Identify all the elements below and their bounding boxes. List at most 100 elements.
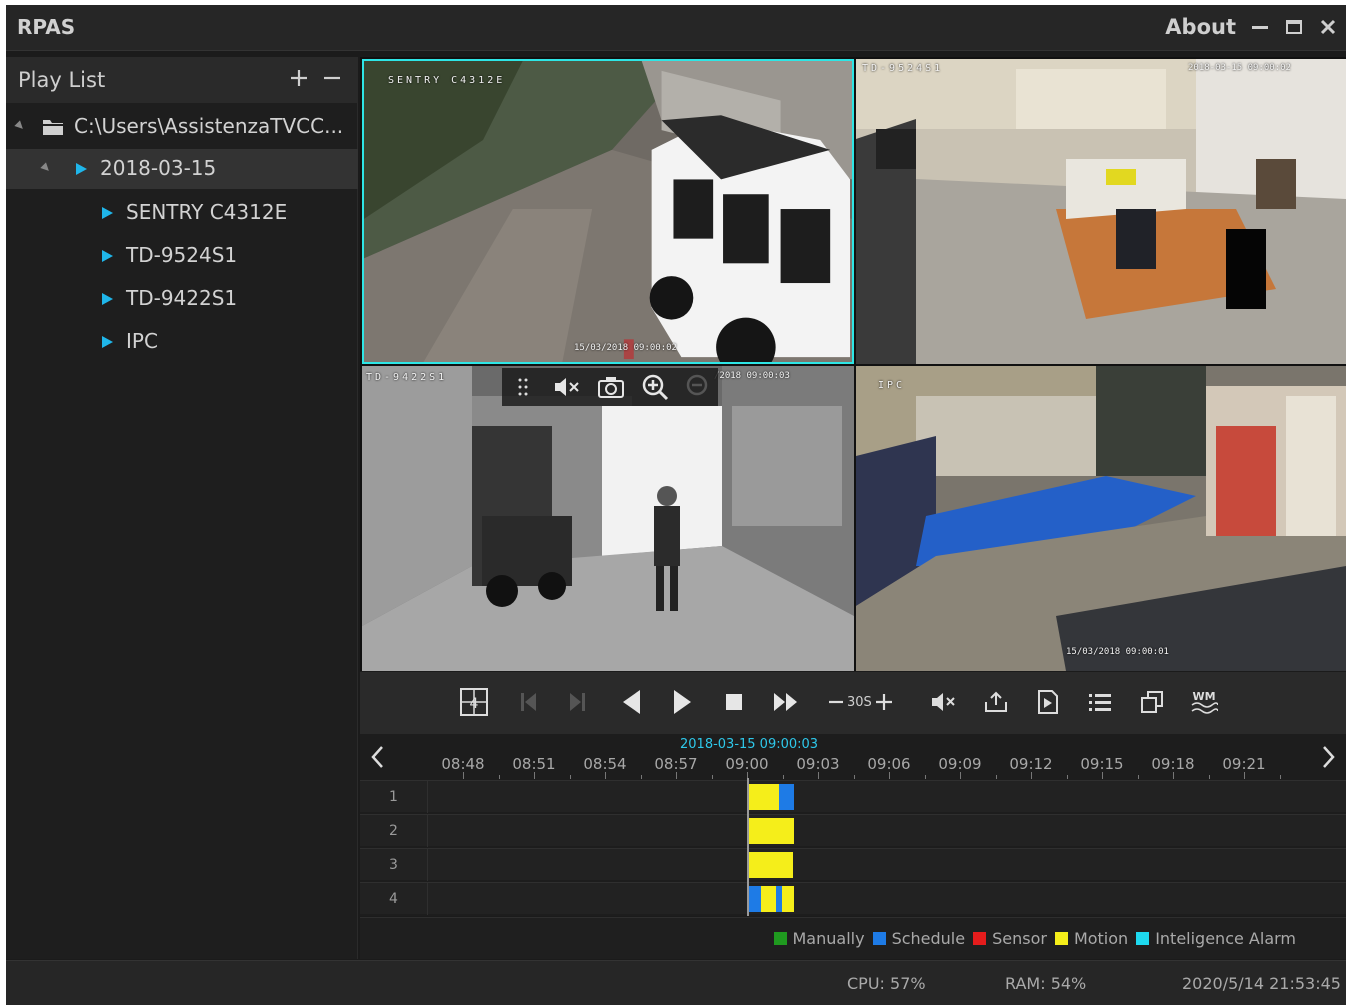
close-button[interactable] — [1318, 17, 1338, 37]
export-button[interactable] — [980, 686, 1012, 718]
app-window: RPAS About Play List C:\Users\Assistenza… — [6, 5, 1346, 1005]
date-label: 2018-03-15 — [100, 156, 217, 180]
play-button[interactable] — [666, 686, 698, 718]
timeline-tick-label: 09:00 — [725, 755, 769, 773]
motion-segment[interactable] — [749, 852, 793, 878]
folder-icon — [43, 120, 63, 135]
watermark-icon: WM — [1191, 690, 1218, 714]
window-mode-button[interactable] — [1136, 686, 1168, 718]
video-tile-4[interactable]: IPC 15/03/2018 09:00:01 — [856, 366, 1346, 671]
mute-button[interactable] — [928, 686, 960, 718]
frame-back-icon — [521, 693, 536, 711]
timeline-next-button[interactable] — [1318, 742, 1340, 772]
legend-sensor: Sensor — [973, 929, 1047, 948]
legend-swatch — [973, 932, 987, 945]
tree-item-camera[interactable]: TD-9422S1 — [6, 279, 358, 319]
timeline-track[interactable]: 2 — [360, 814, 1346, 847]
timeline-tick-label: 08:48 — [441, 755, 485, 773]
expand-arrow-icon[interactable] — [14, 120, 26, 132]
video-tile-2[interactable]: TD-9524S1 2018-03-15 09:00:02 — [856, 59, 1346, 364]
video-frame — [856, 366, 1346, 671]
stop-button[interactable] — [718, 686, 750, 718]
frame-forward-button[interactable] — [562, 686, 594, 718]
reverse-play-button[interactable] — [616, 686, 648, 718]
zoom-out-button[interactable] — [684, 372, 714, 402]
minimize-button[interactable] — [1250, 17, 1270, 37]
play-icon — [674, 690, 691, 714]
motion-segment[interactable] — [761, 886, 776, 912]
legend-swatch — [1136, 932, 1150, 945]
maximize-button[interactable] — [1284, 17, 1304, 37]
legend-manually: Manually — [773, 929, 865, 948]
ram-usage: RAM: 54% — [1005, 974, 1087, 993]
tree-item-camera[interactable]: TD-9524S1 — [6, 236, 358, 276]
timeline[interactable]: 2018-03-15 09:00:03 08:48 08:51 08:54 08:57… — [360, 734, 1346, 916]
list-button[interactable] — [1084, 686, 1116, 718]
playback-controls: 4 30S WM — [360, 672, 1346, 734]
legend-label: Schedule — [891, 929, 966, 948]
timeline-cursor[interactable] — [747, 778, 749, 916]
app-title: RPAS — [17, 15, 76, 39]
legend-items: Manually Schedule Sensor Motion Intelige… — [773, 929, 1296, 948]
timeline-minor-tick — [711, 775, 713, 779]
timeline-tick-label: 08:51 — [512, 755, 556, 773]
video-tile-3[interactable]: TD-9422S1 /2018 09:00:03 — [362, 366, 854, 671]
drag-handle[interactable] — [508, 372, 538, 402]
minus-icon[interactable] — [828, 694, 844, 710]
plus-icon[interactable] — [875, 693, 893, 711]
timeline-prev-button[interactable] — [366, 742, 388, 772]
zoom-in-button[interactable] — [640, 372, 670, 402]
grip-icon — [518, 378, 528, 396]
fast-forward-icon — [774, 693, 797, 711]
play-arrow-icon — [102, 207, 113, 219]
legend-label: Manually — [792, 929, 865, 948]
frame-back-button[interactable] — [512, 686, 544, 718]
timeline-tick-label: 09:06 — [867, 755, 911, 773]
timeline-track[interactable]: 1 — [360, 780, 1346, 813]
add-icon[interactable] — [289, 68, 309, 88]
window-restore-icon — [1141, 691, 1163, 713]
motion-segment[interactable] — [782, 886, 794, 912]
motion-segment[interactable] — [749, 784, 779, 810]
remove-icon[interactable] — [322, 68, 342, 88]
tile-mute-button[interactable] — [552, 372, 582, 402]
zoom-out-icon — [686, 374, 708, 396]
about-button[interactable]: About — [1165, 15, 1236, 39]
clip-button[interactable] — [1032, 686, 1064, 718]
mute-icon — [932, 693, 955, 711]
tree-item-date[interactable]: 2018-03-15 — [6, 149, 358, 189]
split-screen-button[interactable]: 4 — [458, 686, 490, 718]
cpu-usage: CPU: 57% — [847, 974, 926, 993]
tree-item-folder[interactable]: C:\Users\AssistenzaTVCC... — [6, 107, 358, 147]
frame-forward-icon — [570, 693, 585, 711]
schedule-segment[interactable] — [779, 784, 794, 810]
timeline-tick-label: 09:12 — [1009, 755, 1053, 773]
schedule-segment[interactable] — [749, 886, 761, 912]
timeline-tick-label: 09:21 — [1222, 755, 1266, 773]
legend-intelligence-alarm: Inteligence Alarm — [1136, 929, 1296, 948]
video-grid: SENTRY C4312E 15/03/2018 09:00:02 TD-952… — [360, 57, 1346, 671]
motion-segment[interactable] — [749, 818, 794, 844]
fast-forward-button[interactable] — [770, 686, 802, 718]
timeline-minor-tick — [1208, 775, 1210, 779]
svg-text:WM: WM — [1192, 690, 1215, 703]
camera-name-overlay: SENTRY C4312E — [388, 75, 506, 86]
snapshot-button[interactable] — [596, 372, 626, 402]
play-arrow-icon — [102, 293, 113, 305]
legend-motion: Motion — [1054, 929, 1128, 948]
timeline-track[interactable]: 3 — [360, 848, 1346, 881]
tree-item-camera[interactable]: SENTRY C4312E — [6, 193, 358, 233]
timeline-minor-tick — [1279, 775, 1281, 779]
timeline-track[interactable]: 4 — [360, 882, 1346, 915]
play-arrow-icon — [76, 163, 87, 175]
play-arrow-icon — [102, 336, 113, 348]
tree-item-camera[interactable]: IPC — [6, 322, 358, 362]
video-frame — [364, 61, 852, 362]
expand-arrow-icon[interactable] — [40, 162, 52, 174]
mute-icon — [555, 378, 579, 396]
watermark-button[interactable]: WM — [1188, 686, 1220, 718]
export-icon — [985, 691, 1007, 712]
video-tile-1[interactable]: SENTRY C4312E 15/03/2018 09:00:02 — [362, 59, 854, 364]
track-number: 3 — [360, 849, 428, 881]
timeline-major-tick — [676, 772, 677, 779]
